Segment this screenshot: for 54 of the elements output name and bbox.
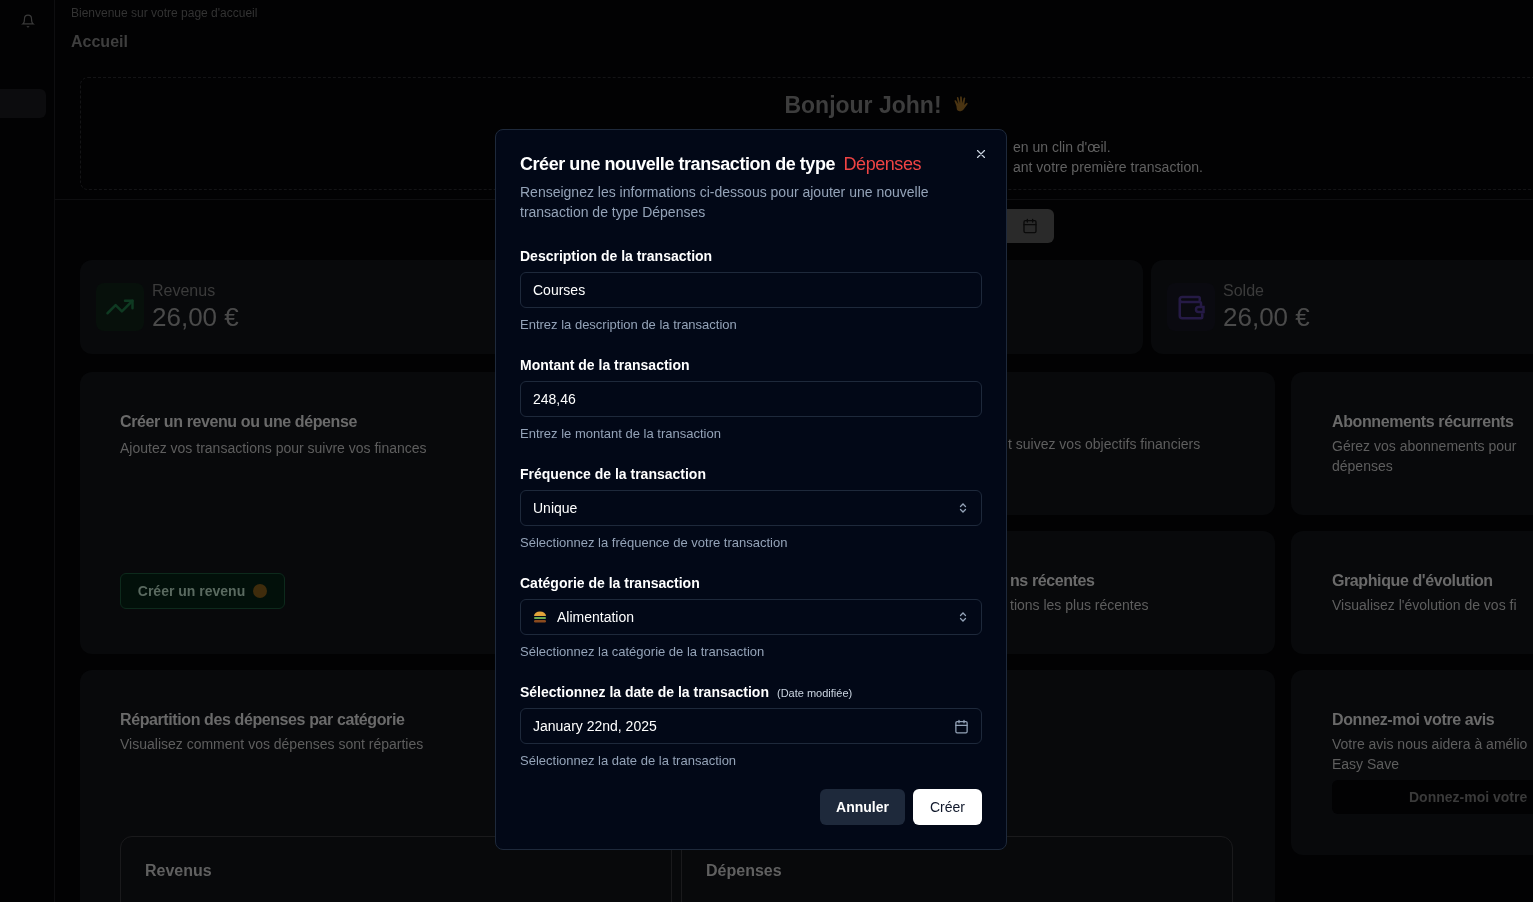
text-field[interactable]: Courses — [520, 272, 982, 308]
field-label: Description de la transaction — [520, 247, 713, 266]
stat-value: 26,00 € — [152, 300, 239, 334]
card-text: Ajoutez vos transactions pour suivre vos finances — [120, 439, 427, 458]
field-hint: Sélectionnez la catégorie de la transaction — [520, 643, 766, 661]
date-picker-button[interactable] — [1005, 209, 1054, 243]
welcome-text: ant votre première transaction. — [1013, 157, 1203, 177]
card-title: Abonnements récurrents — [1332, 412, 1514, 432]
field-note: (Date modifiée) — [776, 686, 853, 701]
card-title: Répartition des dépenses par catégorie — [120, 710, 405, 730]
card-text: Visualisez comment vos dépenses sont réparties — [120, 735, 424, 754]
field-hint: Sélectionnez la fréquence de votre transaction — [520, 534, 789, 552]
calendar-icon — [1021, 218, 1038, 234]
chevrons-icon — [957, 611, 969, 623]
chevrons-icon — [957, 502, 969, 514]
field-label: Sélectionnez la date de la transaction — [520, 683, 769, 702]
card-text: Easy Save — [1332, 755, 1399, 774]
panel-title: Dépenses — [706, 862, 782, 879]
card-title: ns récentes — [1010, 571, 1095, 591]
field-label: Fréquence de la transaction — [520, 465, 706, 484]
wallet-icon — [1167, 283, 1215, 331]
dialog-description: Renseignez les informations ci-dessous pour ajouter une nouvelle transaction de type Dépenses — [520, 183, 930, 222]
card-title: Créer un revenu ou une dépense — [120, 412, 357, 432]
trend-icon — [96, 283, 144, 331]
card-text: Votre avis nous aidera à amélio — [1332, 735, 1528, 754]
card-text: Visualisez l'évolution de vos fi — [1332, 596, 1517, 615]
text-field[interactable]: 248,46 — [520, 381, 982, 417]
create-button[interactable]: Créer — [913, 789, 982, 825]
page-title: Accueil — [71, 32, 129, 52]
field-hint: Entrez le montant de la transaction — [520, 425, 722, 443]
date-field[interactable]: January 22nd, 2025 — [520, 708, 982, 744]
burger-icon — [533, 611, 547, 623]
card-text: dépenses — [1332, 457, 1393, 476]
field-label: Catégorie de la transaction — [520, 574, 700, 593]
field-hint: Sélectionnez la date de la transaction — [520, 752, 738, 770]
cancel-button[interactable]: Annuler — [820, 789, 905, 825]
card-text: tions les plus récentes — [1010, 596, 1149, 615]
bell-icon[interactable] — [21, 14, 35, 28]
card-title: Graphique d'évolution — [1332, 571, 1493, 591]
face-icon — [253, 584, 268, 598]
select-field[interactable]: Alimentation — [520, 599, 982, 635]
panel-title: Revenus — [145, 862, 212, 879]
calendar-icon — [954, 718, 969, 734]
card-text: t suivez vos objectifs financiers — [1008, 435, 1201, 454]
stat-value: 26,00 € — [1223, 300, 1310, 334]
greeting: Bonjour John! — [784, 91, 942, 120]
field-hint: Entrez la description de la transaction — [520, 316, 738, 334]
select-field[interactable]: Unique — [520, 490, 982, 526]
card-title: Donnez-moi votre avis — [1332, 710, 1495, 730]
card-text: Gérez vos abonnements pour — [1332, 437, 1517, 456]
field-label: Montant de la transaction — [520, 356, 690, 375]
close-icon[interactable] — [974, 147, 988, 161]
dialog-title: Créer une nouvelle transaction de type Dépenses — [520, 153, 922, 176]
welcome-text: en un clin d'œil. — [1013, 137, 1111, 157]
